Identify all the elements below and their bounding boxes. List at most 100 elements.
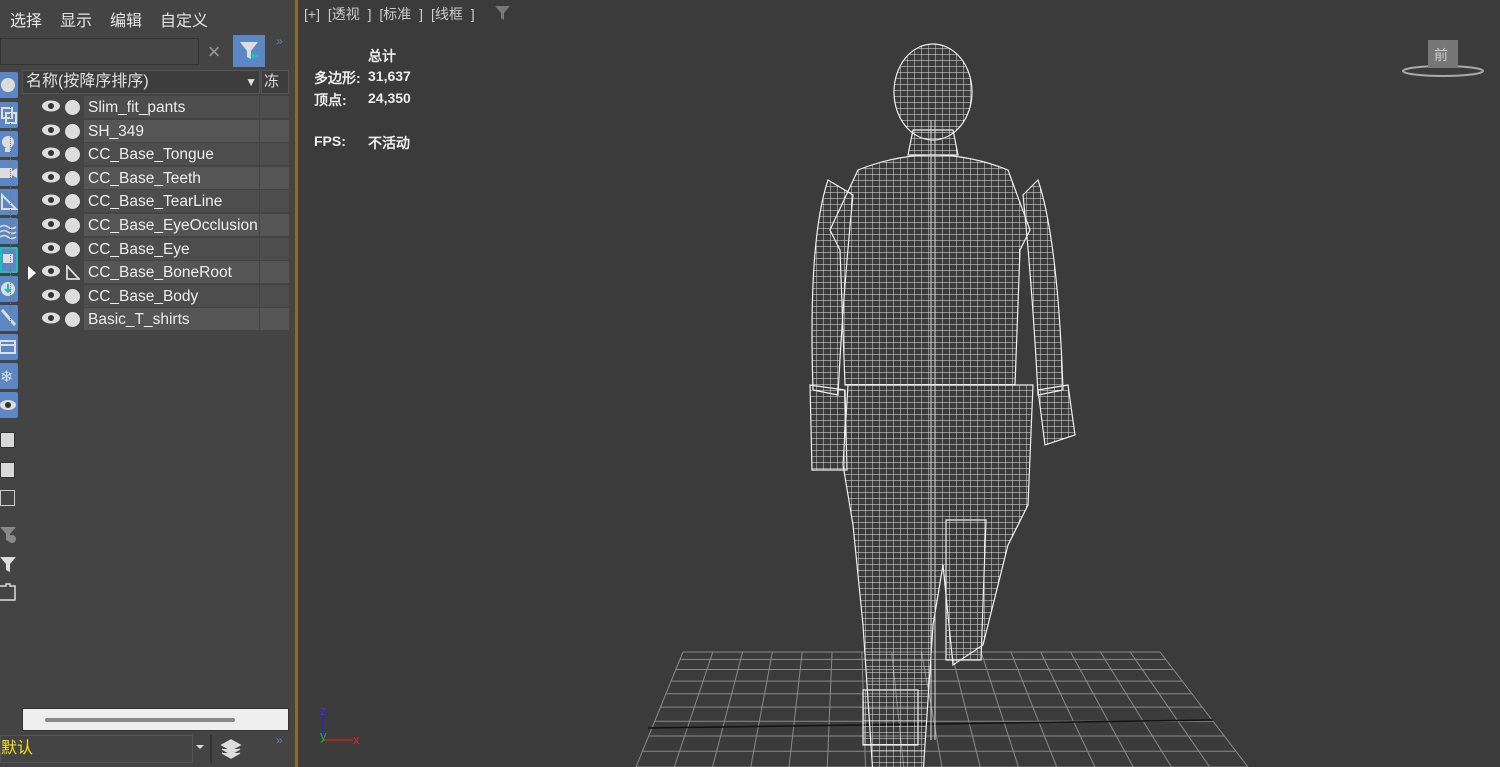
spacewarps-filter-button[interactable] bbox=[0, 218, 18, 244]
visibility-eye-icon[interactable] bbox=[42, 289, 60, 301]
display-dependents-icon[interactable] bbox=[0, 490, 15, 506]
visibility-eye-icon[interactable] bbox=[42, 147, 60, 159]
xrefs-filter-button[interactable] bbox=[0, 276, 18, 302]
containers-filter-button[interactable] bbox=[0, 334, 18, 360]
freeze-cell[interactable] bbox=[260, 261, 289, 284]
list-item[interactable]: CC_Base_Tongue bbox=[22, 143, 289, 167]
object-name[interactable]: Basic_T_shirts bbox=[84, 308, 259, 331]
visibility-eye-icon[interactable] bbox=[42, 171, 60, 183]
expand-toolbar-icon[interactable]: » bbox=[276, 733, 283, 747]
list-item[interactable]: CC_Base_BoneRoot bbox=[22, 261, 289, 285]
freeze-cell[interactable] bbox=[260, 213, 289, 236]
list-item[interactable]: CC_Base_Body bbox=[22, 284, 289, 309]
expand-toolbar-icon[interactable]: » bbox=[276, 34, 283, 48]
display-children-icon[interactable] bbox=[0, 432, 15, 448]
freeze-cell[interactable] bbox=[260, 308, 289, 331]
object-name[interactable]: CC_Base_Eye bbox=[84, 237, 259, 260]
freeze-cell[interactable] bbox=[260, 190, 289, 213]
shapes-filter-button[interactable] bbox=[0, 102, 18, 128]
object-list: Slim_fit_pants SH_349 CC_Base_Tongue CC_Bas… bbox=[22, 96, 289, 332]
list-item[interactable]: SH_349 bbox=[22, 119, 289, 144]
layers-icon[interactable] bbox=[220, 738, 242, 762]
scrollbar-thumb[interactable] bbox=[45, 718, 235, 722]
filter-icon[interactable] bbox=[0, 555, 18, 575]
search-input[interactable] bbox=[0, 38, 199, 65]
viewport-perspective[interactable]: [+] [透视 ] [标准 ] [线框 ] 总计 多边形: 31,637 顶点:… bbox=[295, 0, 1500, 767]
container-icon[interactable] bbox=[0, 582, 18, 602]
list-item[interactable]: Slim_fit_pants bbox=[22, 96, 289, 120]
freeze-cell[interactable] bbox=[260, 166, 289, 189]
visibility-eye-icon[interactable] bbox=[42, 218, 60, 230]
geometry-filter-button[interactable] bbox=[0, 72, 18, 98]
list-item[interactable]: Basic_T_shirts bbox=[22, 308, 289, 332]
filter-toggle-button[interactable] bbox=[233, 35, 265, 67]
layer-dropdown[interactable]: 默认 bbox=[0, 735, 193, 763]
display-influences-icon[interactable] bbox=[0, 462, 15, 478]
geometry-icon bbox=[65, 241, 80, 257]
wireframe-character bbox=[809, 43, 1076, 767]
axis-tripod: z y x bbox=[320, 703, 360, 747]
geometry-icon bbox=[65, 217, 80, 233]
visibility-eye-icon[interactable] bbox=[42, 242, 60, 254]
svg-text:❄: ❄ bbox=[0, 369, 13, 386]
viewcube-face-label: 前 bbox=[1434, 47, 1448, 63]
helpers-filter-button[interactable] bbox=[0, 189, 19, 215]
geometry-icon bbox=[65, 170, 80, 186]
object-name[interactable]: CC_Base_TearLine bbox=[84, 190, 259, 213]
geometry-icon bbox=[65, 288, 80, 304]
expand-arrow-icon[interactable] bbox=[28, 266, 36, 281]
list-item[interactable]: CC_Base_TearLine bbox=[22, 190, 289, 214]
visibility-eye-icon[interactable] bbox=[42, 124, 60, 136]
bone-icon bbox=[66, 265, 80, 281]
menu-bar: 选择 显示 编辑 自定义 bbox=[0, 0, 216, 38]
filter-settings-icon[interactable] bbox=[0, 525, 18, 545]
object-name[interactable]: Slim_fit_pants bbox=[84, 96, 259, 118]
ground-grid bbox=[635, 651, 1249, 767]
list-item[interactable]: CC_Base_Eye bbox=[22, 237, 289, 262]
list-item[interactable]: CC_Base_Teeth bbox=[22, 166, 289, 191]
groups-filter-button[interactable] bbox=[0, 247, 18, 273]
clear-search-icon[interactable]: × bbox=[203, 38, 225, 65]
filter-icon bbox=[240, 42, 259, 60]
object-name[interactable]: CC_Base_Body bbox=[84, 284, 259, 307]
menu-select[interactable]: 选择 bbox=[10, 7, 42, 31]
bones-filter-button[interactable] bbox=[0, 305, 18, 331]
scene-explorer: 选择 显示 编辑 自定义 × » ❄ 名称(按降序排序)▼ 冻结 Slim_fi… bbox=[0, 0, 293, 767]
dropdown-arrow-icon[interactable] bbox=[196, 745, 204, 749]
menu-edit[interactable]: 编辑 bbox=[110, 7, 142, 31]
geometry-icon bbox=[65, 147, 80, 163]
geometry-icon bbox=[65, 312, 80, 328]
freeze-cell[interactable] bbox=[260, 284, 289, 307]
freeze-cell[interactable] bbox=[260, 143, 289, 166]
menu-customize[interactable]: 自定义 bbox=[160, 7, 208, 31]
menu-display[interactable]: 显示 bbox=[60, 7, 92, 31]
geometry-icon bbox=[65, 194, 80, 210]
axis-y-label: y bbox=[320, 728, 327, 743]
object-name[interactable]: SH_349 bbox=[84, 119, 259, 142]
lights-filter-button[interactable] bbox=[0, 131, 18, 157]
column-header-name[interactable]: 名称(按降序排序) ▼ bbox=[22, 70, 260, 94]
cameras-filter-button[interactable] bbox=[0, 160, 18, 186]
sort-descending-icon: ▼ bbox=[245, 75, 257, 89]
visibility-eye-icon[interactable] bbox=[42, 100, 60, 112]
hidden-filter-button[interactable] bbox=[0, 392, 18, 418]
freeze-cell[interactable] bbox=[260, 96, 289, 118]
scene-render bbox=[635, 43, 1249, 767]
axis-x-label: x bbox=[353, 732, 360, 747]
viewcube[interactable]: 前 bbox=[1398, 38, 1488, 83]
freeze-cell[interactable] bbox=[260, 119, 289, 142]
visibility-eye-icon[interactable] bbox=[42, 194, 60, 206]
visibility-eye-icon[interactable] bbox=[42, 312, 60, 324]
object-name[interactable]: CC_Base_BoneRoot bbox=[84, 261, 259, 284]
visibility-eye-icon[interactable] bbox=[42, 265, 60, 277]
object-name[interactable]: CC_Base_Tongue bbox=[84, 143, 259, 166]
list-item[interactable]: CC_Base_EyeOcclusion bbox=[22, 213, 289, 238]
object-name[interactable]: CC_Base_Teeth bbox=[84, 166, 259, 189]
tree-lines bbox=[10, 104, 11, 322]
geometry-icon bbox=[65, 100, 80, 115]
column-header-freeze[interactable]: 冻结 bbox=[261, 70, 289, 94]
object-name[interactable]: CC_Base_EyeOcclusion bbox=[84, 213, 259, 236]
horizontal-scrollbar[interactable] bbox=[22, 708, 289, 731]
frozen-filter-button[interactable]: ❄ bbox=[0, 363, 18, 389]
freeze-cell[interactable] bbox=[260, 237, 289, 260]
